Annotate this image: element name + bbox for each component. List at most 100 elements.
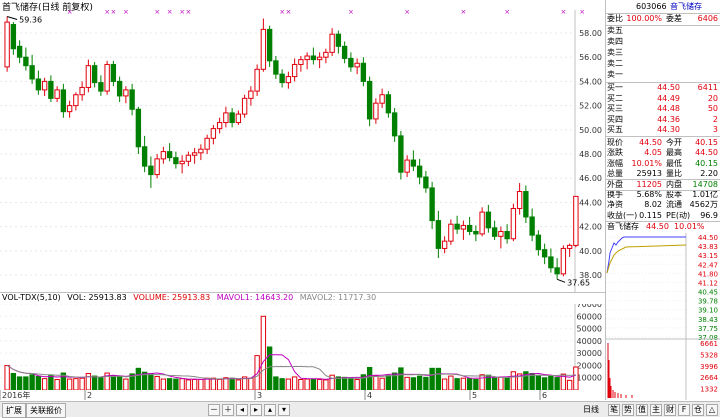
candle-body[interactable] xyxy=(485,211,492,229)
candle-body[interactable] xyxy=(179,160,185,165)
candle-body[interactable] xyxy=(48,80,54,99)
candle-body[interactable] xyxy=(148,165,154,176)
candle-body[interactable] xyxy=(466,224,473,232)
candle-body[interactable] xyxy=(348,57,354,68)
candle-body[interactable] xyxy=(60,89,67,113)
event-marker-icon[interactable]: × xyxy=(110,10,116,16)
candle-body[interactable] xyxy=(360,62,367,82)
candle-body[interactable] xyxy=(523,191,529,218)
candle-body[interactable] xyxy=(291,63,298,78)
candle-body[interactable] xyxy=(16,45,23,58)
event-marker-icon[interactable]: × xyxy=(279,10,285,16)
candle-body[interactable] xyxy=(160,151,167,160)
buy-row[interactable]: 买一 44.50 6411 xyxy=(606,83,720,93)
buy-row[interactable]: 买四 44.36 2 xyxy=(606,115,720,125)
candle-body[interactable] xyxy=(554,267,560,275)
candle-body[interactable] xyxy=(366,80,373,120)
candle-body[interactable] xyxy=(535,234,542,251)
candle-body[interactable] xyxy=(573,195,579,246)
candle-body[interactable] xyxy=(210,128,217,139)
candle-body[interactable] xyxy=(379,94,385,104)
candle-body[interactable] xyxy=(354,62,360,68)
candle-body[interactable] xyxy=(223,112,229,124)
candle-body[interactable] xyxy=(216,122,223,130)
event-marker-icon[interactable]: × xyxy=(67,10,73,16)
candle-body[interactable] xyxy=(198,148,204,154)
candle-body[interactable] xyxy=(73,94,79,107)
candle-body[interactable] xyxy=(410,159,417,167)
candle-body[interactable] xyxy=(173,157,179,165)
candle-body[interactable] xyxy=(185,154,192,162)
candle-body[interactable] xyxy=(248,90,254,99)
candle-body[interactable] xyxy=(23,56,29,67)
candle-body[interactable] xyxy=(460,224,467,230)
candlestick-chart[interactable]: 38.0040.0042.0044.0046.0048.0050.0052.00… xyxy=(0,10,605,292)
candle-body[interactable] xyxy=(41,80,48,91)
candle-body[interactable] xyxy=(235,113,242,124)
candle-body[interactable] xyxy=(66,105,73,113)
candle-body[interactable] xyxy=(398,135,404,173)
candle-body[interactable] xyxy=(85,65,92,88)
candle-body[interactable] xyxy=(385,94,392,114)
arrow-up-icon[interactable]: ▴ xyxy=(264,404,276,416)
candle-body[interactable] xyxy=(310,55,317,61)
period-label[interactable]: 日线 xyxy=(583,403,599,416)
candle-body[interactable] xyxy=(10,24,17,50)
candle-body[interactable] xyxy=(529,216,535,236)
event-marker-icon[interactable]: × xyxy=(460,10,466,16)
sell-row[interactable]: 卖四 xyxy=(606,37,720,47)
candle-body[interactable] xyxy=(29,65,35,80)
event-marker-icon[interactable]: × xyxy=(167,10,173,16)
candle-body[interactable] xyxy=(54,89,60,99)
event-marker-icon[interactable]: × xyxy=(123,10,129,16)
candle-body[interactable] xyxy=(429,187,435,222)
event-marker-icon[interactable]: × xyxy=(579,10,585,16)
candle-body[interactable] xyxy=(123,89,129,97)
volume-chart[interactable]: 70000 60000 50000 40000 30000 20000 10000 xyxy=(0,304,605,390)
toolbar-icon-6[interactable]: F xyxy=(678,404,690,416)
candle-body[interactable] xyxy=(416,165,423,178)
candle-body[interactable] xyxy=(373,102,379,120)
event-marker-icon[interactable]: × xyxy=(154,10,160,16)
candle-body[interactable] xyxy=(329,33,335,53)
candle-body[interactable] xyxy=(285,76,292,84)
toolbar-icon-8[interactable]: △ xyxy=(706,404,718,416)
zoom-out-icon[interactable]: － xyxy=(208,404,220,416)
toolbar-icon-1[interactable]: 笔 xyxy=(608,404,620,416)
candle-body[interactable] xyxy=(204,137,210,150)
zoom-in-icon[interactable]: ＋ xyxy=(222,404,234,416)
candle-body[interactable] xyxy=(273,60,279,75)
kline-panel[interactable]: 首飞储存(日线 前复权) 38.00 40.00 42.00 44.00 46.00 48… xyxy=(0,0,606,400)
toolbar-icon-5[interactable]: 财 xyxy=(664,404,676,416)
candle-body[interactable] xyxy=(491,227,498,237)
sell-row[interactable]: 卖二 xyxy=(606,59,720,69)
event-marker-icon[interactable]: × xyxy=(404,10,410,16)
candle-body[interactable] xyxy=(335,33,342,47)
sell-row[interactable]: 卖三 xyxy=(606,48,720,58)
candle-body[interactable] xyxy=(129,89,135,110)
candle-body[interactable] xyxy=(391,112,398,137)
buy-row[interactable]: 买二 44.49 20 xyxy=(606,94,720,104)
candle-body[interactable] xyxy=(266,28,273,62)
candle-body[interactable] xyxy=(104,63,110,92)
candle-body[interactable] xyxy=(91,65,98,84)
candle-body[interactable] xyxy=(116,80,123,97)
candle-body[interactable] xyxy=(516,191,523,209)
candle-body[interactable] xyxy=(510,207,517,240)
arrow-right-icon[interactable]: ▸ xyxy=(250,404,262,416)
candle-body[interactable] xyxy=(448,223,454,242)
candle-body[interactable] xyxy=(323,51,329,58)
candle-body[interactable] xyxy=(298,59,304,65)
event-marker-icon[interactable]: × xyxy=(285,10,291,16)
buy-row[interactable]: 买三 44.48 50 xyxy=(606,104,720,114)
candle-body[interactable] xyxy=(304,55,310,61)
candle-body[interactable] xyxy=(166,151,173,159)
candle-body[interactable] xyxy=(141,146,148,167)
candle-body[interactable] xyxy=(479,211,485,235)
candle-body[interactable] xyxy=(154,158,160,176)
candle-body[interactable] xyxy=(241,97,248,115)
candle-body[interactable] xyxy=(423,176,429,189)
event-marker-icon[interactable]: × xyxy=(348,10,354,16)
toolbar-icon-2[interactable]: 势 xyxy=(622,404,634,416)
candle-body[interactable] xyxy=(254,68,260,92)
